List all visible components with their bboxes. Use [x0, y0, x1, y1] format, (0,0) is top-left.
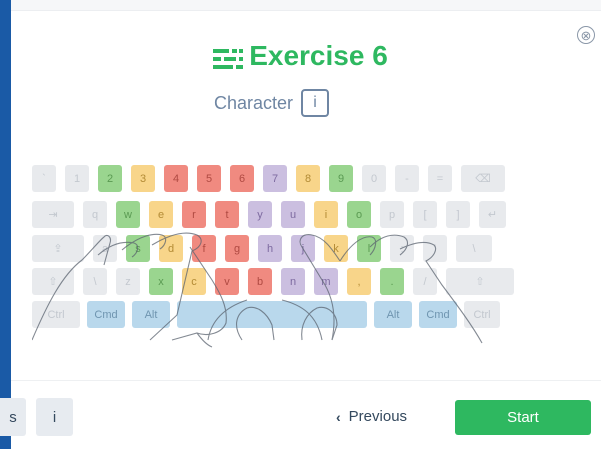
key-]: ] — [446, 201, 470, 228]
key-y: y — [248, 201, 272, 228]
key-space — [177, 301, 367, 328]
key-[: [ — [413, 201, 437, 228]
key-4: 4 — [164, 165, 188, 192]
key-m: m — [314, 268, 338, 295]
key-7: 7 — [263, 165, 287, 192]
key-e: e — [149, 201, 173, 228]
key-o: o — [347, 201, 371, 228]
key-0: 0 — [362, 165, 386, 192]
key-t: t — [215, 201, 239, 228]
key-⌫: ⌫ — [461, 165, 505, 192]
key-q: q — [83, 201, 107, 228]
key-p: p — [380, 201, 404, 228]
key-s: s — [126, 235, 150, 262]
key-f: f — [192, 235, 216, 262]
previous-character-chip[interactable]: s — [0, 398, 26, 436]
exercise-title: Exercise 6 — [249, 40, 388, 71]
key-Alt: Alt — [132, 301, 170, 328]
key-Ctrl: Ctrl — [464, 301, 500, 328]
key-Ctrl: Ctrl — [32, 301, 80, 328]
key-⇥: ⇥ — [32, 201, 74, 228]
character-value: i — [301, 89, 330, 117]
key-b: b — [248, 268, 272, 295]
character-label: Character — [214, 92, 294, 113]
key-;: ; — [390, 235, 414, 262]
chevron-left-icon: ‹ — [336, 408, 341, 425]
key-2: 2 — [98, 165, 122, 192]
top-bar — [11, 0, 601, 11]
key-=: = — [428, 165, 452, 192]
key-/: / — [413, 268, 437, 295]
key-h: h — [258, 235, 282, 262]
next-character-chip[interactable]: i — [36, 398, 73, 436]
key-i: i — [314, 201, 338, 228]
key-v: v — [215, 268, 239, 295]
key-↵: ↵ — [479, 201, 506, 228]
key-j: j — [291, 235, 315, 262]
key--: - — [395, 165, 419, 192]
keyboard: Ctrl Cmd Alt Alt Cmd Ctrl ⇧ /., m n b v c x z \ ⇧ \ '; l k j h… — [32, 165, 514, 348]
key-⇧: ⇧ — [32, 268, 74, 295]
key-u: u — [281, 201, 305, 228]
key-a: a — [93, 235, 117, 262]
key-6: 6 — [230, 165, 254, 192]
key-n: n — [281, 268, 305, 295]
character-indicator: Character i — [214, 88, 330, 118]
key-r: r — [182, 201, 206, 228]
key-k: k — [324, 235, 348, 262]
key-,: , — [347, 268, 371, 295]
key-x: x — [149, 268, 173, 295]
key-`: ` — [32, 165, 56, 192]
key-1: 1 — [65, 165, 89, 192]
key-\: \ — [83, 268, 107, 295]
key-5: 5 — [197, 165, 221, 192]
exercise-lines-icon — [213, 44, 244, 76]
key-3: 3 — [131, 165, 155, 192]
key-⇪: ⇪ — [32, 235, 84, 262]
key-d: d — [159, 235, 183, 262]
key-⇧: ⇧ — [446, 268, 514, 295]
page-title: Exercise 6 — [0, 40, 601, 76]
key-l: l — [357, 235, 381, 262]
previous-label: Previous — [348, 408, 408, 425]
key-Alt: Alt — [374, 301, 412, 328]
key-Cmd: Cmd — [419, 301, 457, 328]
key-.: . — [380, 268, 404, 295]
start-button[interactable]: Start — [455, 400, 591, 435]
key-g: g — [225, 235, 249, 262]
key-z: z — [116, 268, 140, 295]
key-8: 8 — [296, 165, 320, 192]
key-': ' — [423, 235, 447, 262]
key-c: c — [182, 268, 206, 295]
key-w: w — [116, 201, 140, 228]
previous-button[interactable]: ‹ Previous — [336, 408, 407, 425]
key-Cmd: Cmd — [87, 301, 125, 328]
key-9: 9 — [329, 165, 353, 192]
key-\: \ — [456, 235, 492, 262]
